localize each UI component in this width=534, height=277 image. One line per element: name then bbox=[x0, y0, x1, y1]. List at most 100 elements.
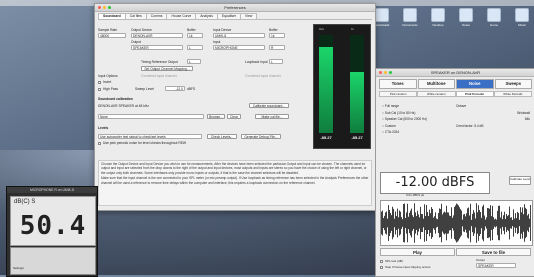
input-buffer-select[interactable]: 1k bbox=[269, 33, 285, 38]
waveform-sample bbox=[410, 210, 411, 236]
save-to-file-button[interactable]: Save to file bbox=[456, 248, 531, 256]
waveform-sample bbox=[522, 207, 523, 239]
clear-button[interactable]: Clear bbox=[227, 114, 241, 119]
output-device-select[interactable]: DENON-AVR bbox=[131, 33, 183, 38]
option-label: Speaker Cal (500 to 2000 Hz) bbox=[384, 117, 427, 121]
mode-multitone[interactable]: Multitone bbox=[417, 79, 455, 89]
high-pass-checkbox[interactable] bbox=[98, 88, 101, 91]
waveform-sample bbox=[407, 203, 408, 243]
generate-debug-button[interactable]: Generate Debug File... bbox=[241, 134, 281, 139]
waveform-sample bbox=[476, 203, 477, 243]
stop-clipping-label: Stop if house input clipping occurs bbox=[385, 265, 431, 269]
desktop-icon-notes[interactable]: Notes bbox=[456, 8, 476, 30]
set-channel-mapping-button[interactable]: Set Output Channel Mapping... bbox=[141, 66, 193, 71]
settings-label[interactable]: Settings bbox=[13, 266, 24, 270]
waveform-sample bbox=[400, 211, 401, 235]
preferences-tabs: Soundcard Cal files Comms House Curve An… bbox=[98, 13, 372, 20]
input-label: Input bbox=[213, 40, 221, 44]
loopback-select[interactable]: L bbox=[269, 59, 283, 64]
desktop-icon-label: Documents bbox=[402, 23, 418, 27]
tab-view[interactable]: View bbox=[240, 13, 258, 19]
waveform-sample bbox=[510, 217, 511, 229]
waveform-sample bbox=[527, 215, 528, 231]
tab-equaliser[interactable]: Equaliser bbox=[216, 13, 242, 19]
subtab-pink-periodic[interactable]: Pink Periodic bbox=[455, 91, 494, 97]
waveform-sample bbox=[509, 206, 510, 240]
tab-comms[interactable]: Comms bbox=[145, 13, 168, 19]
sweep-level-input[interactable]: -12.0 bbox=[165, 86, 185, 91]
pink-periodic-checkbox[interactable] bbox=[98, 142, 101, 145]
check-levels-button[interactable]: Check Levels... bbox=[207, 134, 237, 139]
calibrate-soundcard-button[interactable]: Calibrate soundcard... bbox=[249, 103, 289, 108]
mode-sweeps[interactable]: Sweeps bbox=[494, 79, 532, 89]
waveform-sample bbox=[391, 215, 392, 231]
option-label: CTA-2034 bbox=[384, 130, 400, 134]
waveform-sample bbox=[437, 219, 438, 227]
spl-test-checkbox[interactable] bbox=[380, 260, 383, 263]
waveform-sample bbox=[411, 208, 412, 238]
subtab-pink-random[interactable]: Pink random bbox=[379, 91, 418, 97]
tab-soundcard[interactable]: Soundcard bbox=[98, 13, 126, 19]
minimize-button[interactable] bbox=[384, 71, 387, 74]
window-controls bbox=[379, 71, 392, 74]
waveform-sample bbox=[506, 213, 507, 233]
desktop-icon-home[interactable]: Home bbox=[484, 8, 504, 30]
make-cal-file-button[interactable]: Make cal file... bbox=[255, 114, 289, 119]
timing-ref-select[interactable]: L bbox=[187, 59, 201, 64]
zoom-button[interactable] bbox=[108, 6, 111, 9]
desktop-icon-music[interactable]: Music bbox=[512, 8, 532, 30]
output-device-label: Output Device bbox=[131, 28, 152, 32]
waveform-sample bbox=[463, 214, 464, 232]
output-select[interactable]: SPEAKER bbox=[131, 45, 183, 50]
waveform-sample bbox=[450, 215, 451, 231]
browse-button[interactable]: Browse... bbox=[207, 114, 225, 119]
desktop-icon-label: Desktop bbox=[432, 23, 444, 27]
minimize-button[interactable] bbox=[103, 6, 106, 9]
option-cta-2034[interactable]: ○ CTA-2034 bbox=[382, 129, 427, 136]
spl-meter-controls: Settings bbox=[10, 247, 96, 275]
subtab-white-periodic[interactable]: White Periodic bbox=[493, 91, 532, 97]
waveform-sample bbox=[504, 211, 505, 235]
output-buffer-select[interactable]: 1k bbox=[187, 33, 203, 38]
play-button[interactable]: Play bbox=[380, 248, 455, 256]
generator-output-select[interactable]: SPEAKER bbox=[476, 263, 516, 268]
input-channel-select[interactable]: R bbox=[269, 45, 285, 50]
stop-clipping-checkbox[interactable] bbox=[380, 266, 383, 269]
zoom-button[interactable] bbox=[389, 71, 392, 74]
close-button[interactable] bbox=[98, 6, 101, 9]
waveform-sample bbox=[448, 212, 449, 234]
mode-noise[interactable]: Noise bbox=[456, 79, 494, 89]
invert-checkbox[interactable] bbox=[98, 81, 101, 84]
waveform-sample bbox=[491, 216, 492, 230]
mode-tones[interactable]: Tones bbox=[379, 79, 417, 89]
waveform-sample bbox=[529, 218, 530, 228]
folder-icon bbox=[431, 8, 445, 22]
generator-output-label: Output bbox=[476, 258, 486, 262]
waveform-display bbox=[380, 200, 533, 246]
input-select[interactable]: MICROPHONE bbox=[213, 45, 265, 50]
desktop-icon-desktop[interactable]: Desktop bbox=[428, 8, 448, 30]
waveform-sample bbox=[449, 215, 450, 231]
subtab-white-random[interactable]: White random bbox=[417, 91, 456, 97]
tab-cal-files[interactable]: Cal files bbox=[124, 13, 147, 19]
waveform-sample bbox=[497, 210, 498, 236]
close-button[interactable] bbox=[379, 71, 382, 74]
waveform-sample bbox=[521, 212, 522, 234]
tab-house-curve[interactable]: House Curve bbox=[166, 13, 197, 19]
input-device-select[interactable]: UMIK-8 bbox=[213, 33, 265, 38]
option-speaker-cal[interactable]: ○ Speaker Cal (500 to 2000 Hz) bbox=[382, 116, 427, 123]
levels-select[interactable]: Use subwoofer test signal to check/set l… bbox=[98, 134, 202, 139]
waveform-sample bbox=[468, 207, 469, 239]
level-readout[interactable]: -12.00 dBFS bbox=[380, 172, 490, 194]
desktop-icon-documents[interactable]: Documents bbox=[400, 8, 420, 30]
waveform-sample bbox=[382, 210, 383, 236]
tab-analysis[interactable]: Analysis bbox=[195, 13, 218, 19]
waveform-sample bbox=[487, 207, 488, 239]
sample-rate-select[interactable]: 48000 bbox=[98, 33, 126, 38]
noise-settings: Octave Brickwall 64k Crest factor: 5.4 d… bbox=[456, 103, 530, 129]
cal-file-field[interactable]: None bbox=[98, 114, 204, 119]
waveform-sample bbox=[457, 204, 458, 242]
output-channel-select[interactable]: L bbox=[187, 45, 203, 50]
waveform-sample bbox=[418, 214, 419, 232]
calibrate-level-button[interactable]: Calibrate Level bbox=[509, 176, 531, 185]
